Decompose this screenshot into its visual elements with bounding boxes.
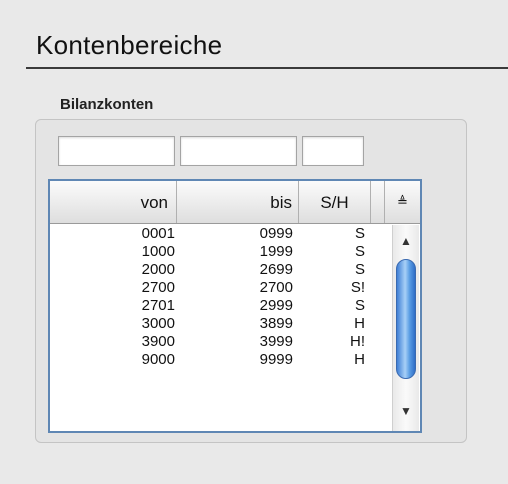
cell-von: 2000 xyxy=(141,261,175,278)
cell-bis: 3899 xyxy=(259,315,293,332)
cell-bis: 2700 xyxy=(259,279,293,296)
cell-bis: 2699 xyxy=(259,261,293,278)
table-row[interactable]: 2701 2999 S xyxy=(50,297,385,315)
cell-bis: 9999 xyxy=(259,351,293,368)
column-header-spacer xyxy=(371,181,385,223)
cell-bis: 1999 xyxy=(259,243,293,260)
column-header-von[interactable]: von xyxy=(50,181,177,223)
title-divider xyxy=(26,67,508,69)
cell-sh: S! xyxy=(350,279,365,296)
cell-bis: 3999 xyxy=(259,333,293,350)
table-row[interactable]: 2700 2700 S! xyxy=(50,279,385,297)
cell-sh: S xyxy=(354,243,365,260)
table-row[interactable]: 0001 0999 S xyxy=(50,225,385,243)
cell-von: 2700 xyxy=(141,279,175,296)
cell-sh: H xyxy=(354,315,365,332)
cell-von: 9000 xyxy=(141,351,175,368)
cell-sh: S xyxy=(354,261,365,278)
table-row[interactable]: 3000 3899 H xyxy=(50,315,385,333)
table-row[interactable]: 1000 1999 S xyxy=(50,243,385,261)
cell-bis: 0999 xyxy=(259,225,293,242)
scroll-down-arrow-icon[interactable]: ▼ xyxy=(393,401,419,421)
sort-menu-icon[interactable]: ≜ xyxy=(385,181,420,223)
filter-von-input[interactable] xyxy=(58,136,175,166)
cell-sh: S xyxy=(354,297,365,314)
scroll-thumb[interactable] xyxy=(396,259,416,379)
cell-von: 0001 xyxy=(141,225,175,242)
page-title: Kontenbereiche xyxy=(36,30,223,60)
filter-sh-input[interactable] xyxy=(302,136,364,166)
accounts-range-table[interactable]: von bis S/H ≜ 0001 0999 S 1000 1999 S 20… xyxy=(48,179,422,433)
cell-von: 2701 xyxy=(141,297,175,314)
table-row[interactable]: 3900 3999 H! xyxy=(50,333,385,351)
cell-sh: H! xyxy=(350,333,365,350)
column-header-bis[interactable]: bis xyxy=(177,181,299,223)
table-row[interactable]: 2000 2699 S xyxy=(50,261,385,279)
cell-sh: H xyxy=(354,351,365,368)
section-label: Bilanzkonten xyxy=(60,96,154,113)
cell-von: 3900 xyxy=(141,333,175,350)
table-row[interactable]: 9000 9999 H xyxy=(50,351,385,369)
column-header-sh[interactable]: S/H xyxy=(299,181,371,223)
filter-bis-input[interactable] xyxy=(180,136,297,166)
cell-bis: 2999 xyxy=(259,297,293,314)
vertical-scrollbar[interactable]: ▲ ▼ xyxy=(392,225,419,431)
table-body: 0001 0999 S 1000 1999 S 2000 2699 S 2700… xyxy=(50,225,385,369)
scroll-up-arrow-icon[interactable]: ▲ xyxy=(393,231,419,251)
cell-von: 1000 xyxy=(141,243,175,260)
cell-von: 3000 xyxy=(141,315,175,332)
table-header: von bis S/H ≜ xyxy=(50,181,420,224)
cell-sh: S xyxy=(354,225,365,242)
